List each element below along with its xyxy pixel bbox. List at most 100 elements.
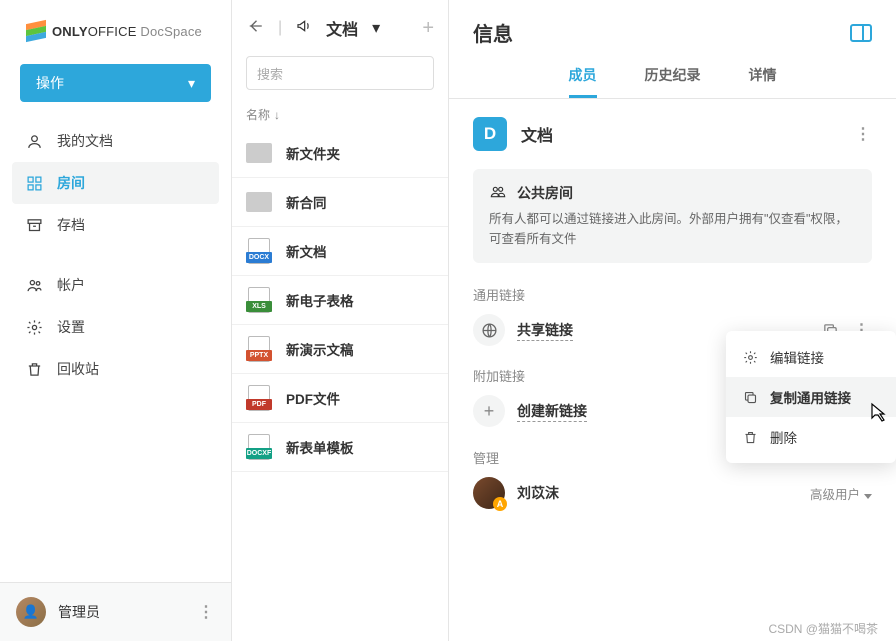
gear-icon [26, 319, 43, 336]
info-title: 信息 [473, 18, 513, 47]
nav-label: 存档 [57, 215, 85, 235]
section-general-link: 通用链接 [473, 285, 872, 304]
notice-title: 公共房间 [517, 183, 573, 203]
file-name: 新演示文稿 [286, 339, 354, 359]
trash-icon [742, 430, 758, 445]
folder-icon [246, 192, 272, 212]
file-name: 新合同 [286, 192, 327, 212]
member-role[interactable]: 高级用户 [810, 484, 872, 503]
nav-accounts[interactable]: 帐户 [12, 264, 219, 306]
logo-icon [26, 22, 46, 40]
file-toolbar: | 文档 ▾ + [232, 0, 448, 50]
breadcrumb[interactable]: 文档 [326, 16, 358, 40]
tabs: 成员 历史纪录 详情 [449, 55, 896, 99]
link-context-menu: 编辑链接 复制通用链接 删除 [726, 331, 896, 463]
chevron-down-icon: ▾ [188, 75, 195, 92]
room-more-icon[interactable]: ⋮ [855, 124, 872, 144]
list-item[interactable]: 新表单模板 [232, 423, 448, 472]
admin-row[interactable]: 👤 管理员 ⋮ [0, 582, 231, 641]
avatar: 👤 [16, 597, 46, 627]
users-icon [26, 277, 43, 294]
docxf-icon [248, 434, 270, 460]
file-name: 新电子表格 [286, 290, 354, 310]
sort-label: 名称 [246, 106, 270, 123]
pdf-icon [248, 385, 270, 411]
action-button[interactable]: 操作 ▾ [20, 64, 211, 102]
layout-toggle-icon[interactable] [850, 24, 872, 42]
search-input[interactable]: 搜索 [246, 56, 434, 90]
add-icon[interactable]: + [422, 17, 434, 40]
create-link-label: 创建新链接 [517, 401, 587, 422]
back-icon[interactable] [246, 17, 264, 40]
admin-label: 管理员 [58, 602, 186, 622]
public-room-notice: 公共房间 所有人都可以通过链接进入此房间。外部用户拥有"仅查看"权限，可查看所有… [473, 169, 872, 263]
tab-members[interactable]: 成员 [569, 65, 597, 98]
search-placeholder: 搜索 [257, 64, 283, 83]
gear-icon [742, 350, 758, 365]
info-panel: 信息 成员 历史纪录 详情 D 文档 ⋮ 公共房间 所有人都可以通过链接进入此房… [449, 0, 896, 641]
sort-header[interactable]: 名称 ↓ [232, 96, 448, 129]
file-name: 新文件夹 [286, 143, 340, 163]
menu-copy-link[interactable]: 复制通用链接 [726, 377, 896, 417]
pptx-icon [248, 336, 270, 362]
chevron-down-icon[interactable]: ▾ [372, 18, 380, 38]
tab-history[interactable]: 历史纪录 [645, 65, 701, 98]
watermark: CSDN @猫猫不喝茶 [768, 620, 878, 637]
section-admin: 管理 [473, 448, 499, 467]
nav-rooms[interactable]: 房间 [12, 162, 219, 204]
file-column: | 文档 ▾ + 搜索 名称 ↓ 新文件夹 新合同 新文档 新电子表格 新演示文… [232, 0, 449, 641]
notice-text: 所有人都可以通过链接进入此房间。外部用户拥有"仅查看"权限，可查看所有文件 [489, 209, 856, 249]
docx-icon [248, 238, 270, 264]
file-name: 新表单模板 [286, 437, 354, 457]
copy-icon [742, 390, 758, 405]
chevron-down-icon [864, 494, 872, 499]
list-item[interactable]: 新文件夹 [232, 129, 448, 178]
sidebar: ONLYOFFICE DocSpace 操作 ▾ 我的文档 房间 存档 帐户 [0, 0, 232, 641]
archive-icon [26, 217, 43, 234]
menu-label: 编辑链接 [770, 347, 824, 367]
member-avatar [473, 477, 505, 509]
nav-label: 帐户 [57, 275, 85, 295]
megaphone-icon [296, 18, 312, 39]
action-button-label: 操作 [36, 73, 64, 93]
grid-icon [26, 175, 43, 192]
folder-icon [246, 143, 272, 163]
people-icon [489, 184, 507, 203]
file-name: 新文档 [286, 241, 327, 261]
logo-text: ONLYOFFICE DocSpace [52, 24, 202, 39]
list-item[interactable]: PDF文件 [232, 374, 448, 423]
menu-label: 复制通用链接 [770, 387, 851, 407]
nav-label: 设置 [57, 317, 85, 337]
share-link-label[interactable]: 共享链接 [517, 320, 573, 341]
nav-archive[interactable]: 存档 [12, 204, 219, 246]
file-name: PDF文件 [286, 388, 340, 408]
trash-icon [26, 361, 43, 378]
nav-trash[interactable]: 回收站 [12, 348, 219, 390]
plus-icon: + [473, 395, 505, 427]
tab-details[interactable]: 详情 [749, 65, 777, 98]
logo: ONLYOFFICE DocSpace [0, 0, 231, 58]
globe-icon [473, 314, 505, 346]
file-list: 新文件夹 新合同 新文档 新电子表格 新演示文稿 PDF文件 新表单模板 [232, 129, 448, 641]
xls-icon [248, 287, 270, 313]
member-name: 刘苡沫 [517, 483, 798, 503]
list-item[interactable]: 新合同 [232, 178, 448, 227]
room-name: 文档 [521, 122, 841, 146]
sort-arrow-icon: ↓ [274, 108, 280, 122]
room-badge: D [473, 117, 507, 151]
list-item[interactable]: 新文档 [232, 227, 448, 276]
list-item[interactable]: 新电子表格 [232, 276, 448, 325]
nav-label: 我的文档 [57, 131, 113, 151]
person-doc-icon [26, 133, 43, 150]
menu-edit-link[interactable]: 编辑链接 [726, 337, 896, 377]
nav-settings[interactable]: 设置 [12, 306, 219, 348]
nav-label: 回收站 [57, 359, 99, 379]
nav: 我的文档 房间 存档 帐户 设置 回收站 [0, 120, 231, 390]
list-item[interactable]: 新演示文稿 [232, 325, 448, 374]
menu-label: 删除 [770, 427, 797, 447]
nav-my-docs[interactable]: 我的文档 [12, 120, 219, 162]
nav-label: 房间 [57, 173, 85, 193]
member-row: 刘苡沫 高级用户 [473, 477, 872, 509]
menu-delete-link[interactable]: 删除 [726, 417, 896, 457]
more-icon[interactable]: ⋮ [198, 602, 215, 622]
